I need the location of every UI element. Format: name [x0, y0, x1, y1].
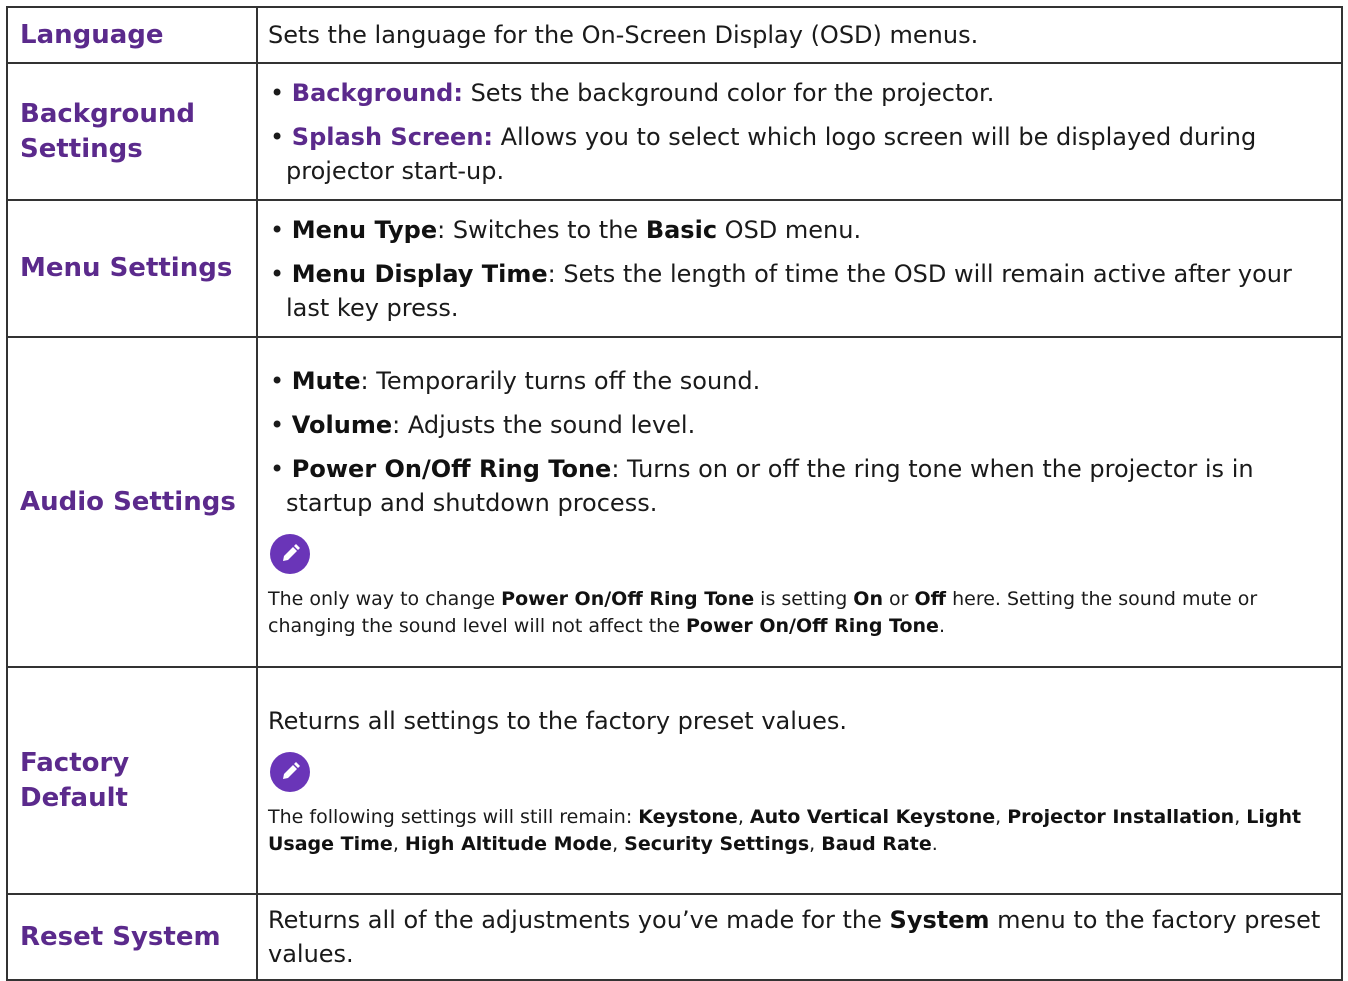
note-text: The following settings will still remain…	[268, 805, 1302, 855]
table-row: Background Settings • Background: Sets t…	[6, 62, 1343, 201]
setting-name: Audio Settings	[6, 336, 258, 668]
note-text: The only way to change Power On/Off Ring…	[268, 588, 1258, 637]
table-row: Audio Settings • Mute: Temporarily turns…	[6, 336, 1343, 668]
list-item: • Mute: Temporarily turns off the sound.	[270, 367, 761, 395]
setting-description: Returns all settings to the factory pres…	[256, 666, 1343, 895]
setting-name: Menu Settings	[6, 199, 258, 338]
setting-name: Factory Default	[6, 666, 258, 895]
table-row: Reset System Returns all of the adjustme…	[6, 893, 1343, 981]
setting-description: • Menu Type: Switches to the Basic OSD m…	[256, 199, 1343, 338]
table-row: Factory Default Returns all settings to …	[6, 666, 1343, 895]
pencil-icon	[270, 534, 310, 574]
table-row: Language Sets the language for the On-Sc…	[6, 6, 1343, 64]
setting-description: • Mute: Temporarily turns off the sound.…	[256, 336, 1343, 668]
settings-table: Language Sets the language for the On-Sc…	[6, 6, 1343, 981]
setting-name: Language	[6, 6, 258, 64]
pencil-icon	[270, 751, 310, 792]
table-row: Menu Settings • Menu Type: Switches to t…	[6, 199, 1343, 338]
list-item: • Background: Sets the background color …	[270, 78, 995, 107]
list-item: • Menu Display Time: Sets the length of …	[270, 259, 1292, 322]
list-item: • Splash Screen: Allows you to select wh…	[270, 122, 1257, 185]
list-item: • Volume: Adjusts the sound level.	[270, 411, 696, 439]
setting-description: • Background: Sets the background color …	[256, 62, 1343, 201]
setting-description: Sets the language for the On-Screen Disp…	[256, 6, 1343, 64]
setting-description: Returns all of the adjustments you’ve ma…	[256, 893, 1343, 981]
setting-name: Reset System	[6, 893, 258, 981]
list-item: • Power On/Off Ring Tone: Turns on or of…	[270, 455, 1254, 517]
setting-name: Background Settings	[6, 62, 258, 201]
list-item: • Menu Type: Switches to the Basic OSD m…	[270, 215, 862, 244]
